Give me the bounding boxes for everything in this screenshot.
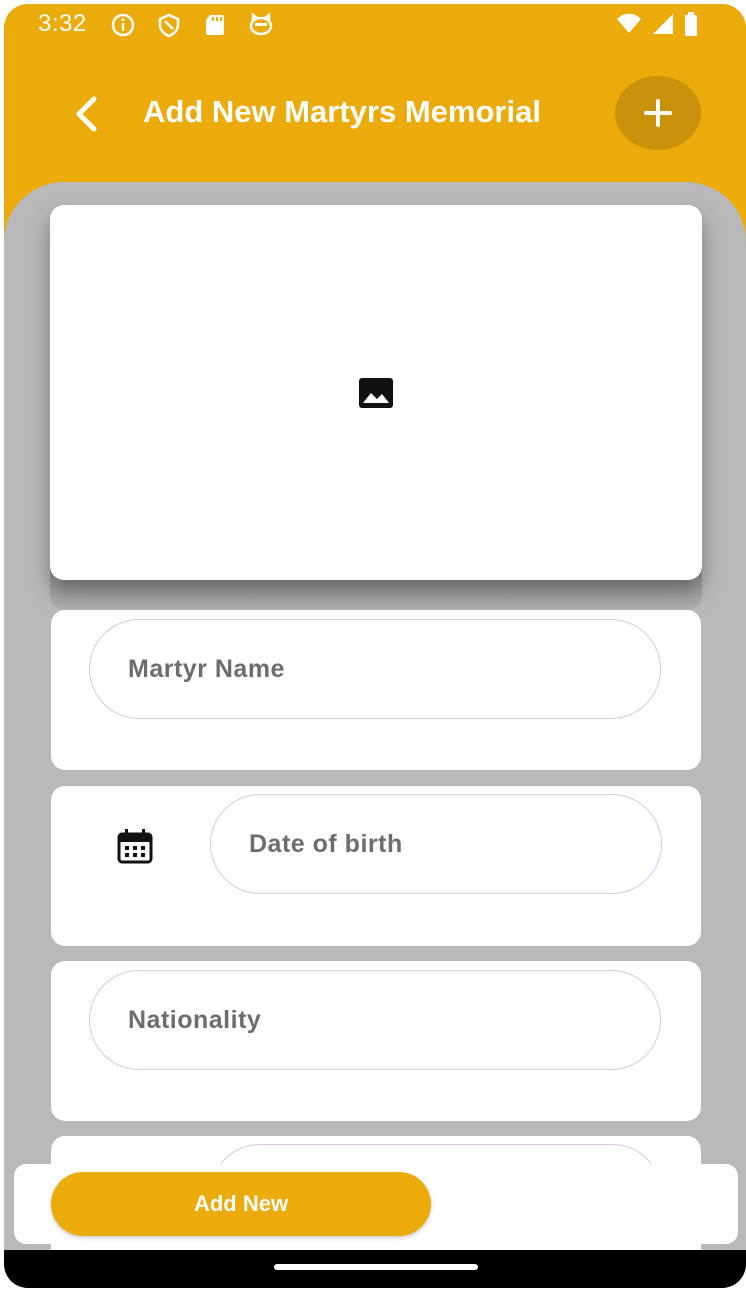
- add-new-button[interactable]: Add New: [51, 1172, 431, 1236]
- cat-face-icon: [248, 12, 274, 38]
- nationality-input[interactable]: Nationality: [89, 970, 661, 1070]
- status-icons-right: [616, 12, 698, 41]
- image-picker[interactable]: [50, 205, 702, 580]
- shield-icon: [156, 12, 182, 38]
- martyr-name-input[interactable]: Martyr Name: [89, 619, 661, 719]
- nationality-card: Nationality: [51, 961, 701, 1121]
- sd-card-icon: [202, 12, 228, 38]
- system-nav-bar: [4, 1250, 746, 1288]
- back-button[interactable]: [66, 92, 106, 136]
- bottom-action-bar: Add New: [14, 1164, 738, 1244]
- wifi-icon: [616, 13, 642, 40]
- info-icon: [110, 12, 136, 38]
- page-title: Add New Martyrs Memorial: [143, 94, 541, 129]
- chevron-left-icon: [76, 96, 97, 132]
- phone-screen: 3:32 Add New Martyrs Memorial Martyr Nam…: [4, 4, 746, 1288]
- signal-icon: [652, 13, 674, 40]
- add-button[interactable]: [615, 76, 701, 150]
- date-of-birth-input[interactable]: Date of birth: [210, 794, 662, 894]
- calendar-icon[interactable]: [117, 828, 153, 864]
- status-time: 3:32: [38, 10, 87, 37]
- plus-icon: [644, 99, 672, 127]
- image-icon: [359, 377, 393, 408]
- date-of-birth-card: Date of birth: [51, 786, 701, 946]
- martyr-name-card: Martyr Name: [51, 610, 701, 770]
- status-icons-left: [110, 12, 274, 38]
- battery-icon: [684, 12, 698, 41]
- home-gesture-handle[interactable]: [274, 1264, 478, 1270]
